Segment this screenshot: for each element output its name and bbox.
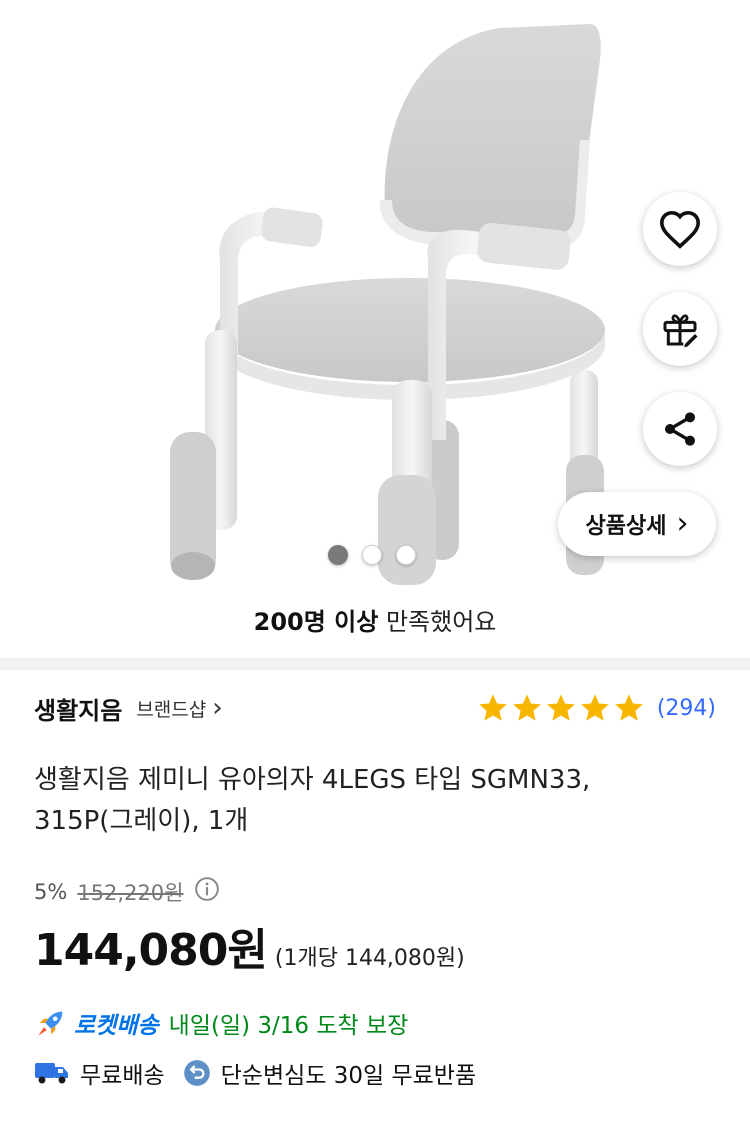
info-icon[interactable]	[194, 876, 220, 907]
satisfaction-count: 200명 이상	[253, 608, 379, 636]
current-price: 144,080원	[34, 925, 268, 976]
star-icon	[478, 694, 507, 721]
like-button[interactable]	[643, 192, 717, 266]
gallery-dot-3[interactable]	[396, 545, 416, 565]
free-shipping-label: 무료배송	[80, 1063, 165, 1089]
original-price: 152,220원	[77, 880, 184, 905]
rating[interactable]: (294)	[477, 692, 716, 724]
satisfaction-text: 만족했어요	[385, 608, 497, 636]
rocket-delivery-row: 로켓배송 내일(일) 3/16 도착 보장	[34, 1006, 408, 1040]
discount-rate: 5%	[34, 879, 68, 904]
unit-price: (1개당 144,080원)	[274, 946, 465, 971]
section-divider	[0, 658, 750, 670]
brand-shop-label: 브랜드샵	[136, 698, 207, 721]
share-button[interactable]	[643, 392, 717, 466]
shipping-row: 무료배송 단순변심도 30일 무료반품	[34, 1056, 476, 1090]
heart-icon	[659, 210, 701, 249]
star-icon	[546, 694, 575, 721]
truck-icon	[35, 1063, 68, 1084]
return-icon	[183, 1060, 210, 1086]
chevron-right-icon: ›	[676, 506, 689, 541]
original-price-row: 5% 152,220원	[34, 876, 220, 907]
star-icon	[580, 694, 609, 721]
arrival-guarantee: 내일(일) 3/16 도착 보장	[168, 1013, 409, 1039]
chevron-right-icon: ›	[212, 693, 223, 723]
gallery-pagination	[328, 545, 416, 565]
product-title: 생활지음 제미니 유아의자 4LEGS 타입 SGMN33, 315P(그레이)…	[34, 765, 591, 836]
free-return-label: 단순변심도 30일 무료반품	[220, 1063, 477, 1089]
rocket-delivery-label: 로켓배송	[74, 1013, 159, 1039]
satisfaction-summary: 200명 이상 만족했어요	[0, 602, 750, 637]
star-icon	[614, 694, 643, 721]
review-count[interactable]: (294)	[657, 696, 716, 721]
current-price-row: 144,080원 (1개당 144,080원)	[34, 914, 465, 978]
brand-name[interactable]: 생활지음	[34, 691, 122, 726]
brand-shop-link[interactable]: 브랜드샵 ›	[136, 695, 222, 722]
star-icon	[512, 694, 541, 721]
rocket-icon	[38, 1011, 63, 1036]
gallery-dot-1[interactable]	[328, 545, 348, 565]
share-icon	[665, 412, 695, 446]
product-detail-button[interactable]: 상품상세 ›	[558, 492, 716, 556]
gallery-dot-2[interactable]	[362, 545, 382, 565]
gift-button[interactable]	[643, 292, 717, 366]
brand-row: 생활지음 브랜드샵 › (294)	[34, 690, 716, 726]
product-detail-label: 상품상세	[585, 514, 667, 539]
gift-icon	[663, 314, 698, 348]
